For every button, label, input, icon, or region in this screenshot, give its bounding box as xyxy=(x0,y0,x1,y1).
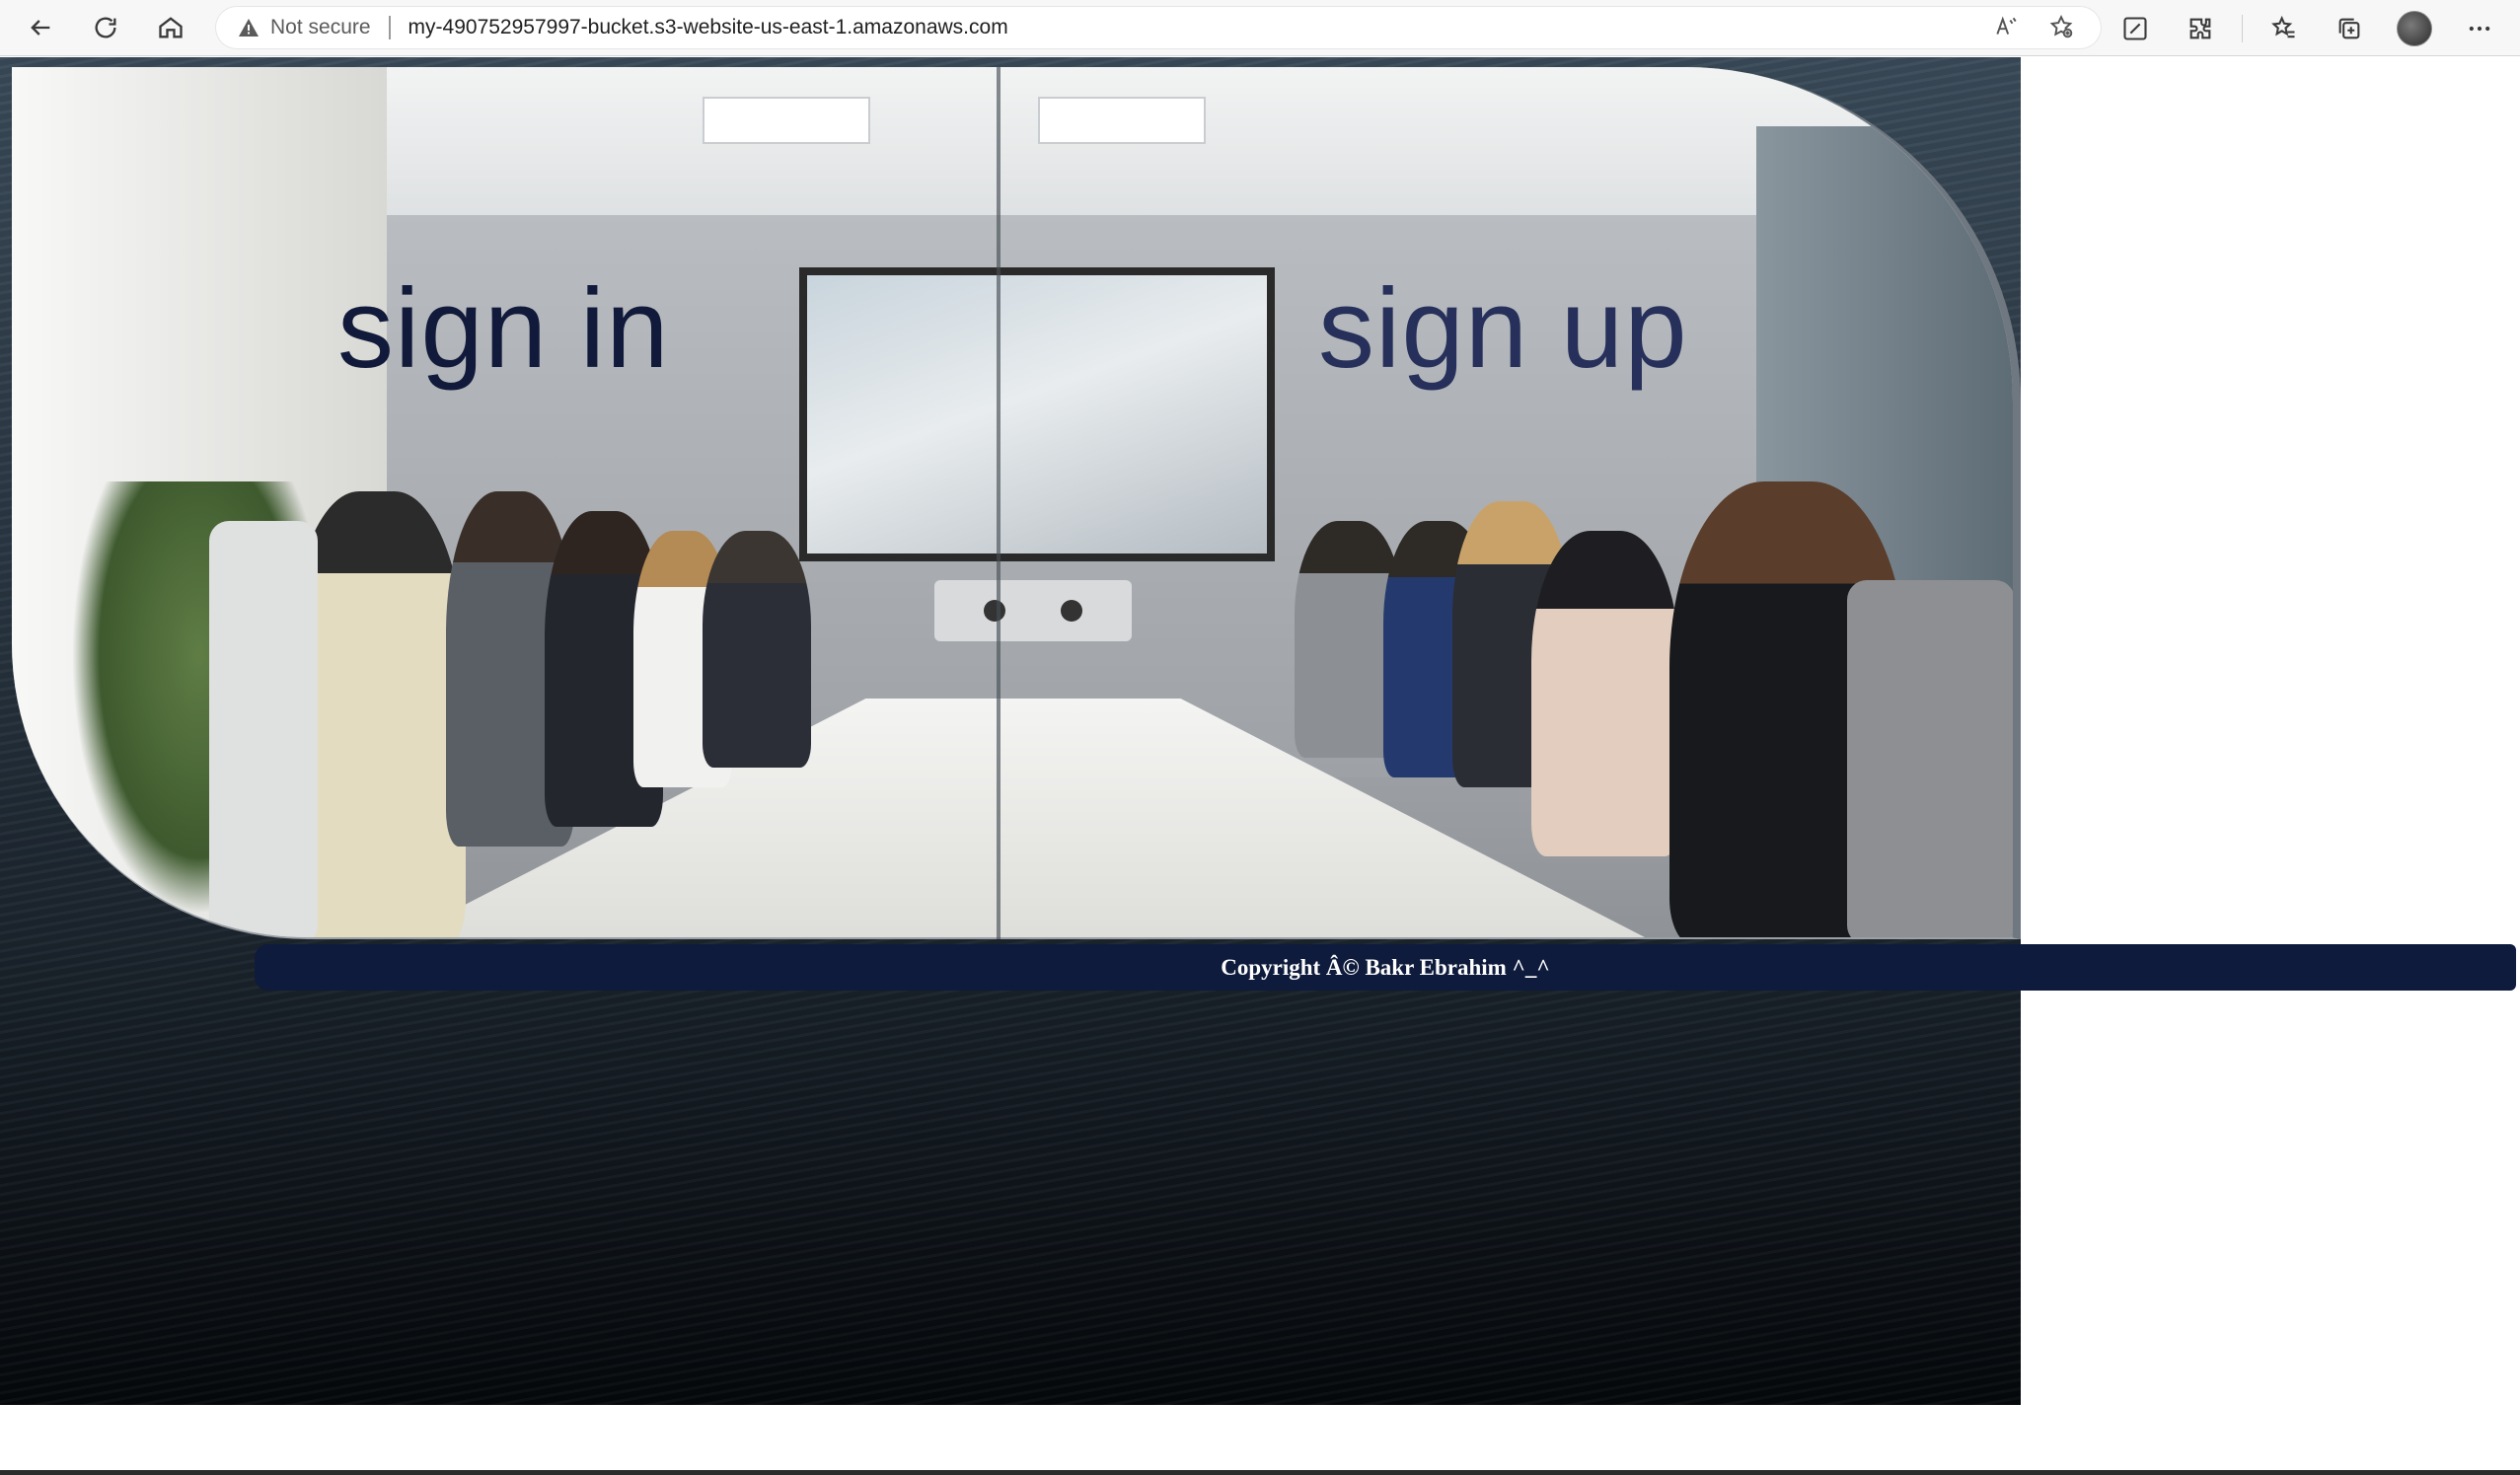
profile-button[interactable] xyxy=(2391,5,2438,52)
person xyxy=(1531,531,1679,856)
security-label: Not secure xyxy=(270,16,371,38)
toolbar-separator xyxy=(2242,14,2243,42)
extensions-button[interactable] xyxy=(2177,5,2224,52)
refresh-button[interactable] xyxy=(81,3,130,52)
more-button[interactable] xyxy=(2456,5,2503,52)
video-screen-content xyxy=(807,275,1267,553)
screenshot-button[interactable] xyxy=(2112,5,2159,52)
browser-tools xyxy=(2112,0,2503,56)
person xyxy=(703,531,811,768)
footer-bar: Copyright Â© Bakr Ebrahim ^_^ xyxy=(255,944,2516,991)
chair xyxy=(209,521,318,937)
video-screen xyxy=(799,267,1275,561)
copyright-text: Copyright Â© Bakr Ebrahim ^_^ xyxy=(1221,954,1550,980)
address-bar-actions xyxy=(1993,14,2074,39)
back-button[interactable] xyxy=(16,3,65,52)
profile-avatar xyxy=(2397,10,2432,46)
home-icon xyxy=(159,17,183,38)
screenshot-icon xyxy=(2123,16,2147,40)
window-bottom-edge xyxy=(0,1470,2520,1475)
favorites-button[interactable] xyxy=(2261,5,2308,52)
chair xyxy=(1847,580,2013,937)
refresh-icon xyxy=(95,17,116,38)
ceiling-light xyxy=(703,97,870,144)
camera-bar xyxy=(934,580,1132,641)
ceiling-light xyxy=(1038,97,1206,144)
security-indicator[interactable]: Not secure xyxy=(237,16,371,39)
camera-lens xyxy=(1061,600,1082,622)
sign-up-link[interactable]: sign up xyxy=(1318,264,1688,394)
browser-toolbar: Not secure my-490752957997-bucket.s3-web… xyxy=(0,0,2520,56)
home-button[interactable] xyxy=(146,3,195,52)
collections-icon xyxy=(2338,18,2360,38)
address-bar[interactable]: Not secure my-490752957997-bucket.s3-web… xyxy=(215,6,2102,49)
sign-in-link[interactable]: sign in xyxy=(337,264,670,394)
url-text[interactable]: my-490752957997-bucket.s3-website-us-eas… xyxy=(408,16,1008,39)
add-favorite-icon[interactable] xyxy=(2048,14,2074,39)
read-aloud-icon[interactable] xyxy=(1993,14,2019,39)
extensions-icon xyxy=(2189,18,2211,38)
collections-button[interactable] xyxy=(2326,5,2373,52)
meeting-room-image xyxy=(12,67,2021,939)
more-icon xyxy=(2469,26,2490,31)
address-separator xyxy=(388,16,391,39)
page-background: sign in sign up xyxy=(0,57,2021,1405)
panel-divider xyxy=(997,67,1001,939)
warning-icon xyxy=(239,19,259,37)
favorites-icon xyxy=(2271,15,2295,37)
camera-lens xyxy=(984,600,1005,622)
back-icon xyxy=(31,20,50,36)
